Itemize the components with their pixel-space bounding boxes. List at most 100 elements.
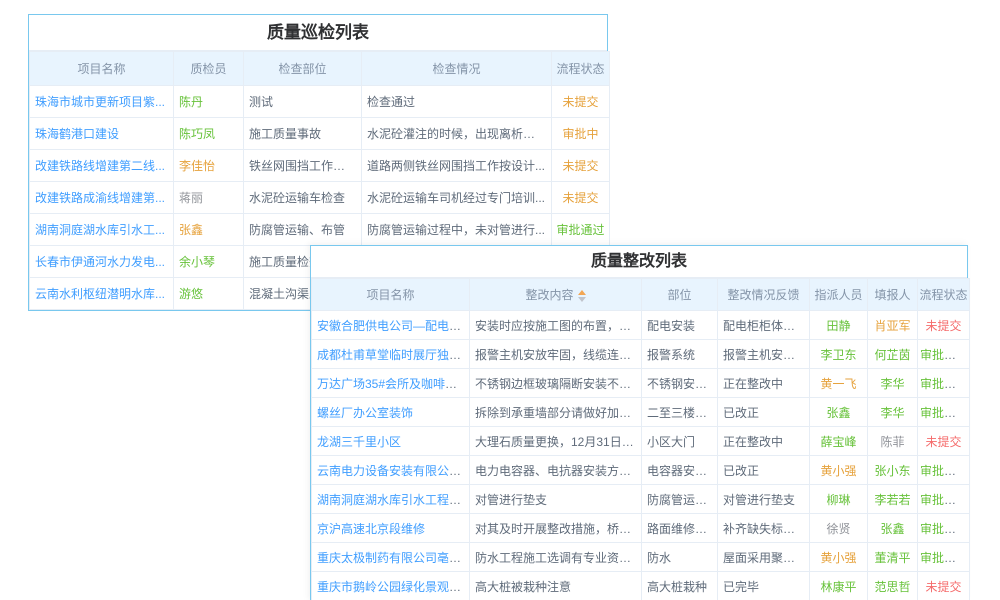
table-cell: 审批通过 (918, 340, 970, 369)
table-cell: 云南水利枢纽潜明水库... (30, 278, 174, 310)
table-cell: 珠海市城市更新项目紫... (30, 86, 174, 118)
column-header-flow-status: 流程状态 (918, 279, 970, 311)
cell-text: 水泥砼运输车检查 (249, 191, 345, 205)
rectification-table-title: 质量整改列表 (311, 246, 967, 278)
table-cell: 柳琳 (810, 485, 868, 514)
cell-text: 屋面采用聚氨... (723, 551, 805, 565)
table-cell: 张鑫 (174, 214, 244, 246)
project-link[interactable]: 龙湖三千里小区 (317, 435, 401, 449)
project-link[interactable]: 珠海鹤港口建设 (35, 127, 119, 141)
column-header-feedback: 整改情况反馈 (718, 279, 810, 311)
cell-text: 补齐缺失标志... (723, 522, 805, 536)
project-link[interactable]: 云南水利枢纽潜明水库... (35, 287, 165, 301)
cell-text: 检查通过 (367, 95, 415, 109)
table-cell: 检查通过 (362, 86, 552, 118)
column-header-check-result: 检查情况 (362, 52, 552, 86)
table-cell: 薛宝峰 (810, 427, 868, 456)
project-link[interactable]: 珠海市城市更新项目紫... (35, 95, 165, 109)
project-link[interactable]: 长春市伊通河水力发电... (35, 255, 165, 269)
table-cell: 对管进行垫支 (470, 485, 642, 514)
sort-icon[interactable] (578, 290, 586, 302)
table-cell: 张鑫 (810, 398, 868, 427)
table-cell: 未提交 (918, 311, 970, 340)
table-cell: 余小琴 (174, 246, 244, 278)
table-cell: 湖南洞庭湖水库引水工程施工1... (312, 485, 470, 514)
table-cell: 防腐管运输过程中，未对管进行... (362, 214, 552, 246)
cell-text: 大理石质量更换，12月31日之... (475, 435, 642, 449)
table-cell: 电容器安装... (642, 456, 718, 485)
status-text: 徐贤 (826, 522, 850, 536)
header-row: 项目名称质检员检查部位检查情况流程状态 (30, 52, 610, 86)
table-cell: 配电柜柜体与... (718, 311, 810, 340)
cell-text: 已完毕 (723, 580, 759, 594)
table-cell: 测试 (244, 86, 362, 118)
project-link[interactable]: 湖南洞庭湖水库引水工程施工1... (317, 493, 470, 507)
table-cell: 对其及时开展整改措施，桥头... (470, 514, 642, 543)
rectification-table-card: 质量整改列表 项目名称整改内容部位整改情况反馈指派人员填报人流程状态安徽合肥供电… (310, 245, 968, 600)
table-cell: 珠海鹤港口建设 (30, 118, 174, 150)
status-text: 审批通过 (920, 464, 968, 478)
cell-text: 不锈钢安装... (647, 377, 717, 391)
table-cell: 对管进行垫支 (718, 485, 810, 514)
table-cell: 游悠 (174, 278, 244, 310)
status-text: 陈丹 (179, 95, 203, 109)
cell-text: 对其及时开展整改措施，桥头... (475, 522, 641, 536)
table-cell: 董清平 (868, 543, 918, 572)
project-link[interactable]: 改建铁路线增建第二线... (35, 159, 165, 173)
table-cell: 审批通过 (918, 369, 970, 398)
project-link[interactable]: 湖南洞庭湖水库引水工... (35, 223, 165, 237)
project-link[interactable]: 螺丝厂办公室装饰 (317, 406, 413, 420)
status-text: 黄小强 (820, 551, 856, 565)
table-cell: 正在整改中 (718, 369, 810, 398)
table-cell: 徐贤 (810, 514, 868, 543)
table-cell: 正在整改中 (718, 427, 810, 456)
table-cell: 未提交 (552, 182, 610, 214)
project-link[interactable]: 重庆太极制药有限公司亳州中... (317, 551, 470, 565)
status-text: 余小琴 (179, 255, 215, 269)
table-cell: 审批通过 (918, 514, 970, 543)
cell-text: 防腐管运输... (647, 493, 717, 507)
project-link[interactable]: 万达广场35#会所及咖啡厅空... (317, 377, 470, 391)
table-row: 湖南洞庭湖水库引水工...张鑫防腐管运输、布管防腐管运输过程中，未对管进行...… (30, 214, 610, 246)
cell-text: 报警系统 (647, 348, 695, 362)
status-text: 审批通过 (920, 522, 968, 536)
table-row: 成都杜甫草堂临时展厅独立展...报警主机安放牢固，线缆连接...报警系统报警主机… (312, 340, 970, 369)
table-cell: 报警系统 (642, 340, 718, 369)
cell-text: 报警主机安放牢固，线缆连接... (475, 348, 641, 362)
project-link[interactable]: 安徽合肥供电公司—配电设备... (317, 319, 470, 333)
table-cell: 安装时应按施工图的布置，将... (470, 311, 642, 340)
status-text: 肖亚军 (874, 319, 910, 333)
project-link[interactable]: 云南电力设备安装有限公司20... (317, 464, 470, 478)
table-row: 云南电力设备安装有限公司20...电力电容器、电抗器安装方案...电容器安装..… (312, 456, 970, 485)
column-header-assignee: 指派人员 (810, 279, 868, 311)
table-cell: 陈巧凤 (174, 118, 244, 150)
cell-text: 配电安装 (647, 319, 695, 333)
table-cell: 李华 (868, 398, 918, 427)
table-cell: 道路两侧铁丝网围挡工作按设计... (362, 150, 552, 182)
table-cell: 林康平 (810, 572, 868, 600)
column-header-label: 项目名称 (366, 288, 414, 302)
table-cell: 水泥砼运输车检查 (244, 182, 362, 214)
project-link[interactable]: 改建铁路成渝线增建第... (35, 191, 165, 205)
status-text: 李佳怡 (179, 159, 215, 173)
status-text: 未提交 (925, 580, 961, 594)
column-header-label: 检查情况 (432, 62, 480, 76)
cell-text: 施工质量事故 (249, 127, 321, 141)
status-text: 何芷茵 (874, 348, 910, 362)
project-link[interactable]: 京沪高速北京段维修 (317, 522, 425, 536)
project-link[interactable]: 成都杜甫草堂临时展厅独立展... (317, 348, 470, 362)
project-link[interactable]: 重庆市鹅岭公园绿化景观提升... (317, 580, 470, 594)
table-cell: 防水 (642, 543, 718, 572)
table-row: 改建铁路成渝线增建第...蒋丽水泥砼运输车检查水泥砼运输车司机经过专门培训...… (30, 182, 610, 214)
table-row: 京沪高速北京段维修对其及时开展整改措施，桥头...路面维修检...补齐缺失标志.… (312, 514, 970, 543)
table-cell: 张小东 (868, 456, 918, 485)
table-cell: 改建铁路线增建第二线... (30, 150, 174, 182)
table-cell: 未提交 (552, 86, 610, 118)
column-header-rectify-content[interactable]: 整改内容 (470, 279, 642, 311)
rectification-table: 项目名称整改内容部位整改情况反馈指派人员填报人流程状态安徽合肥供电公司—配电设备… (311, 278, 970, 600)
table-cell: 不锈钢安装... (642, 369, 718, 398)
column-header-reporter: 填报人 (868, 279, 918, 311)
column-header-label: 项目名称 (77, 62, 125, 76)
table-cell: 不锈钢边框玻璃隔断安装不牢... (470, 369, 642, 398)
status-text: 李卫东 (820, 348, 856, 362)
